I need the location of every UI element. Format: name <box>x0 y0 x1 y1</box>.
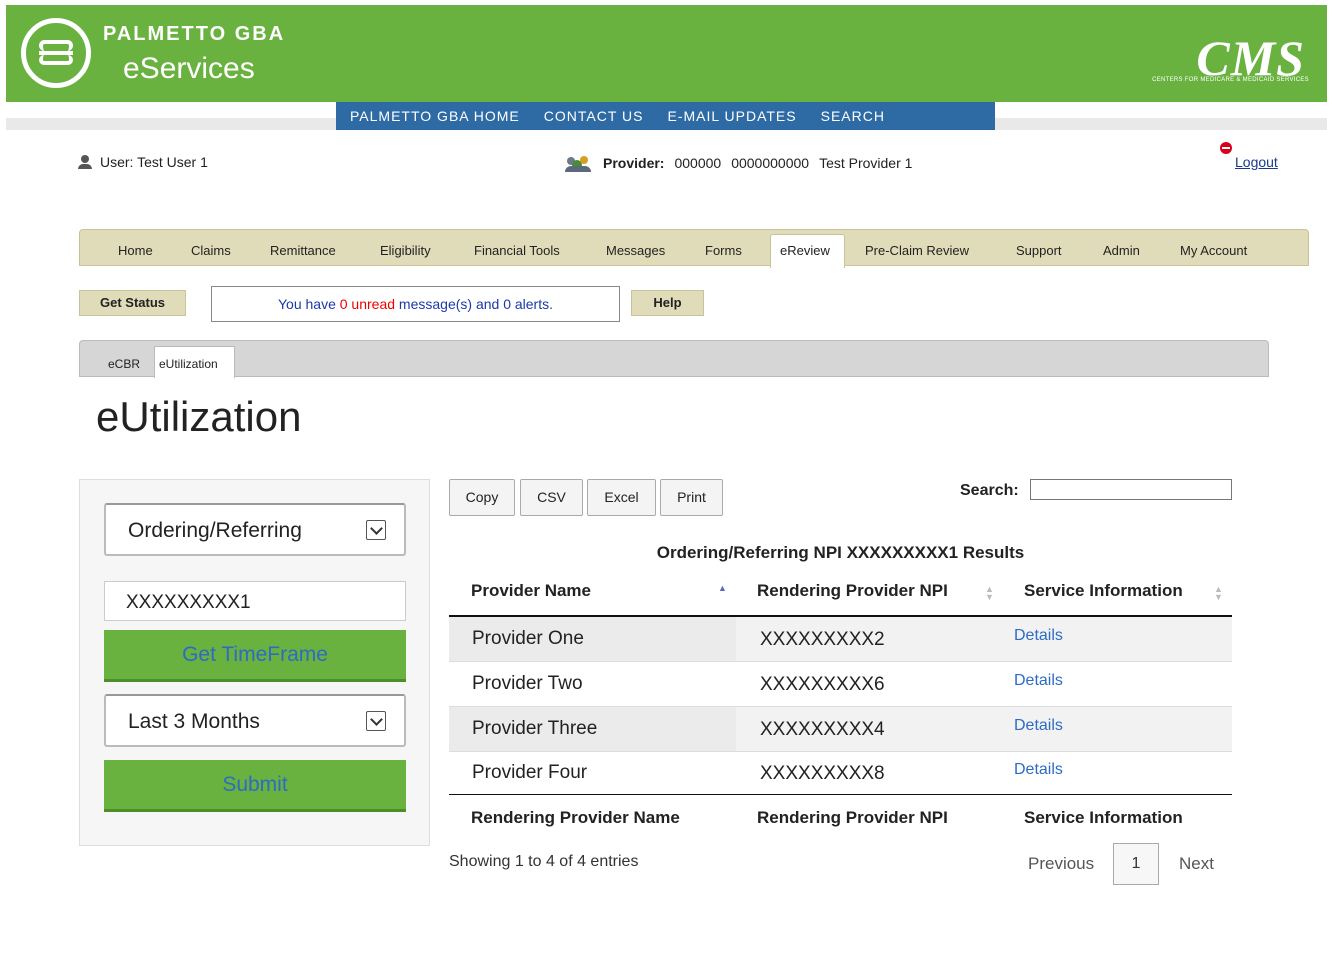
top-nav: PALMETTO GBA HOME CONTACT US E-MAIL UPDA… <box>336 102 995 130</box>
type-select[interactable]: Ordering/Referring <box>104 503 406 556</box>
search-input[interactable] <box>1030 479 1232 500</box>
user-label: User: <box>100 154 134 170</box>
logout-icon <box>1220 142 1232 154</box>
nav-home[interactable]: Home <box>118 243 153 258</box>
search-form-panel: Ordering/Referring XXXXXXXXX1 Get TimeFr… <box>79 479 430 846</box>
details-link[interactable]: Details <box>1014 627 1063 645</box>
footer-col-rendering-npi: Rendering Provider NPI <box>757 808 948 827</box>
nav-messages[interactable]: Messages <box>606 243 665 258</box>
brand-subtitle: eServices <box>123 52 255 85</box>
provider-npi-cell: XXXXXXXXX8 <box>760 763 885 784</box>
details-link[interactable]: Details <box>1014 761 1063 779</box>
provider-name-cell: Provider One <box>449 617 736 661</box>
provider-name-cell: Provider Four <box>472 762 588 783</box>
sort-icon: ▲ ▼ <box>985 584 994 602</box>
nav-eligibility[interactable]: Eligibility <box>380 243 431 258</box>
provider-name: Test Provider 1 <box>819 155 913 171</box>
entries-info: Showing 1 to 4 of 4 entries <box>449 853 639 870</box>
topnav-home-link[interactable]: PALMETTO GBA HOME <box>350 108 520 124</box>
provider-label: Provider: <box>603 155 665 171</box>
cms-logo-subtitle: CENTERS FOR MEDICARE & MEDICAID SERVICES <box>1152 77 1309 83</box>
help-button[interactable]: Help <box>631 290 704 316</box>
sort-icon: ▲ ▼ <box>1214 584 1223 602</box>
nav-forms[interactable]: Forms <box>705 243 742 258</box>
tab-eutilization[interactable]: eUtilization <box>154 346 235 378</box>
col-rendering-npi[interactable]: Rendering Provider NPI <box>757 581 948 601</box>
col-service-information[interactable]: Service Information <box>1024 581 1183 601</box>
message-status-box: You have 0 unread message(s) and 0 alert… <box>211 286 620 322</box>
logout-link[interactable]: Logout <box>1235 154 1278 170</box>
table-row: Provider Two XXXXXXXXX6 Details <box>449 662 1232 707</box>
topnav-search-link[interactable]: SEARCH <box>821 108 885 124</box>
provider-name-cell: Provider Two <box>472 673 583 694</box>
provider-npi-cell: XXXXXXXXX4 <box>760 719 885 740</box>
user-icon <box>78 155 92 169</box>
table-row: Provider Four XXXXXXXXX8 Details <box>449 751 1232 796</box>
nav-ereview[interactable]: eReview <box>780 243 830 258</box>
footer-col-service-information: Service Information <box>1024 808 1183 827</box>
nav-remittance[interactable]: Remittance <box>270 243 336 258</box>
nav-financial-tools[interactable]: Financial Tools <box>474 243 560 258</box>
results-caption: Ordering/Referring NPI XXXXXXXXX1 Result… <box>656 543 1025 562</box>
topnav-email-updates-link[interactable]: E-MAIL UPDATES <box>667 108 796 124</box>
timeframe-select-value: Last 3 Months <box>128 710 260 733</box>
user-name: Test User 1 <box>137 154 208 170</box>
main-nav: Home Claims Remittance Eligibility Finan… <box>79 229 1309 268</box>
search-label: Search: <box>960 482 1019 499</box>
table-row: Provider One XXXXXXXXX2 Details <box>449 617 1232 662</box>
get-status-button[interactable]: Get Status <box>79 290 186 316</box>
tab-ecbr[interactable]: eCBR <box>108 357 140 371</box>
page-title: eUtilization <box>96 393 302 440</box>
print-button[interactable]: Print <box>660 479 723 516</box>
nav-claims[interactable]: Claims <box>191 243 231 258</box>
provider-info: Provider: 000000 0000000000 Test Provide… <box>565 155 913 172</box>
sub-tabs: eCBR eUtilization <box>79 340 1269 378</box>
provider-name-cell: Provider Three <box>449 707 736 751</box>
chevron-down-icon <box>366 711 386 731</box>
provider-npi-cell: XXXXXXXXX6 <box>760 674 885 695</box>
excel-button[interactable]: Excel <box>587 479 656 516</box>
nav-pre-claim-review[interactable]: Pre-Claim Review <box>865 243 969 258</box>
chevron-down-icon <box>366 520 386 540</box>
user-info: User: Test User 1 <box>78 154 208 170</box>
submit-button[interactable]: Submit <box>104 760 406 812</box>
topnav-contact-link[interactable]: CONTACT US <box>544 108 644 124</box>
details-link[interactable]: Details <box>1014 672 1063 690</box>
provider-group-icon <box>565 155 593 172</box>
palmetto-logo-icon <box>21 18 91 88</box>
pagination-page-1[interactable]: 1 <box>1113 843 1159 885</box>
provider-id: 000000 <box>674 155 722 171</box>
details-link[interactable]: Details <box>1014 717 1063 735</box>
pagination-previous[interactable]: Previous <box>1028 854 1094 874</box>
csv-button[interactable]: CSV <box>520 479 583 516</box>
table-footer-border <box>449 794 1232 795</box>
site-header: PALMETTO GBA eServices CMS CENTERS FOR M… <box>6 5 1327 102</box>
npi-input[interactable]: XXXXXXXXX1 <box>104 581 406 621</box>
provider-npi: 0000000000 <box>731 155 810 171</box>
type-select-value: Ordering/Referring <box>128 519 302 542</box>
pagination-next[interactable]: Next <box>1179 854 1214 874</box>
table-row: Provider Three XXXXXXXXX4 Details <box>449 707 1232 752</box>
get-timeframe-button[interactable]: Get TimeFrame <box>104 630 406 682</box>
col-provider-name[interactable]: Provider Name <box>471 581 591 601</box>
sort-asc-icon: ▲ <box>718 583 727 593</box>
unread-label: unread <box>347 296 396 312</box>
nav-my-account[interactable]: My Account <box>1180 243 1247 258</box>
nav-admin[interactable]: Admin <box>1103 243 1140 258</box>
copy-button[interactable]: Copy <box>449 479 515 516</box>
brand-name: PALMETTO GBA <box>103 23 286 45</box>
footer-col-rendering-name: Rendering Provider Name <box>471 808 680 827</box>
nav-support[interactable]: Support <box>1016 243 1062 258</box>
message-prefix: You have <box>277 296 340 312</box>
timeframe-select[interactable]: Last 3 Months <box>104 694 406 747</box>
unread-count: 0 <box>339 296 348 312</box>
message-suffix: message(s) and 0 alerts. <box>395 296 553 312</box>
provider-npi-cell: XXXXXXXXX2 <box>760 629 885 650</box>
